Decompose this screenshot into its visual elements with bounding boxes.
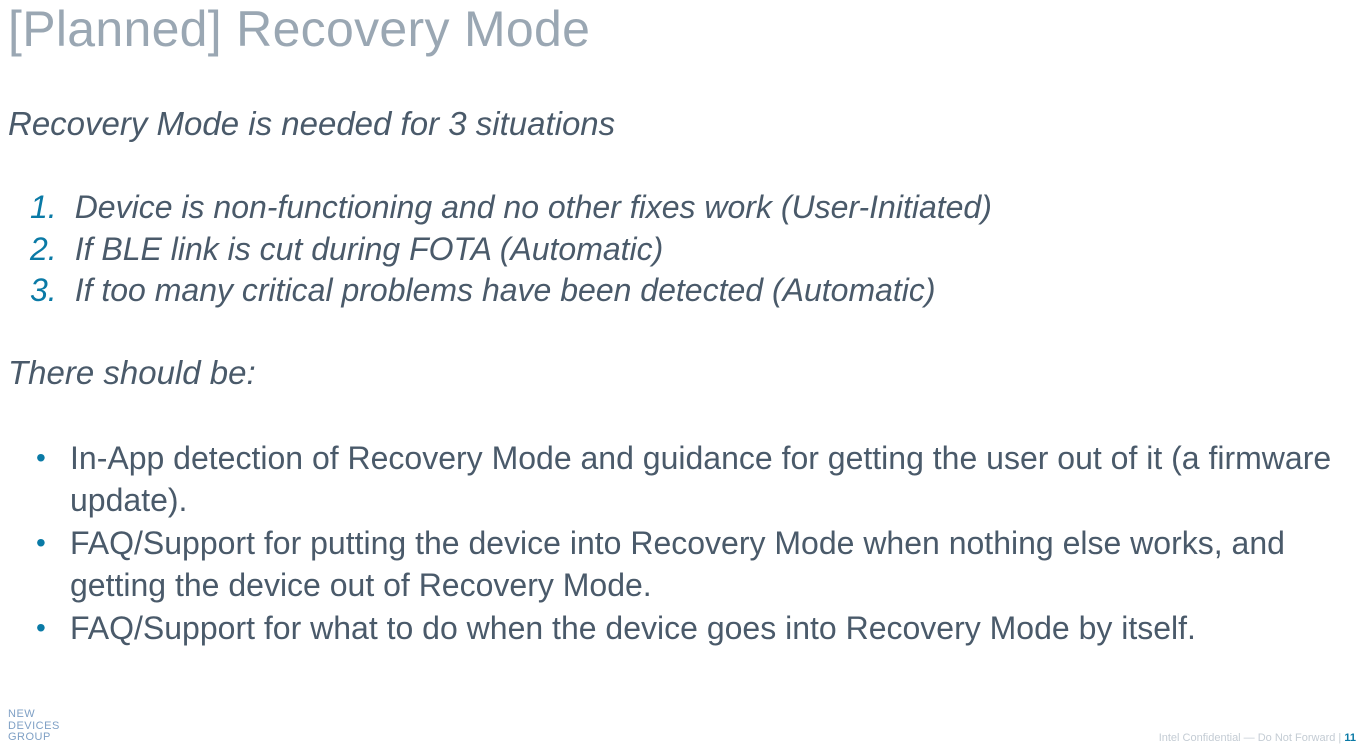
list-item: 1. Device is non-functioning and no othe… — [30, 187, 992, 229]
there-should-be-label: There should be: — [8, 354, 256, 392]
footer-right: Intel Confidential — Do Not Forward | 11 — [1159, 732, 1356, 744]
list-item: 3. If too many critical problems have be… — [30, 270, 992, 312]
bullet-text: In-App detection of Recovery Mode and gu… — [70, 438, 1356, 521]
list-item: 2. If BLE link is cut during FOTA (Autom… — [30, 229, 992, 271]
list-text: If BLE link is cut during FOTA (Automati… — [75, 229, 664, 271]
bullet-list: • In-App detection of Recovery Mode and … — [36, 438, 1356, 652]
list-number: 3. — [30, 270, 57, 312]
list-item: • FAQ/Support for putting the device int… — [36, 523, 1356, 606]
footer-logo-text: NEW DEVICES GROUP — [8, 709, 60, 744]
bullet-icon: • — [36, 438, 46, 521]
list-item: • FAQ/Support for what to do when the de… — [36, 608, 1356, 650]
bullet-text: FAQ/Support for putting the device into … — [70, 523, 1356, 606]
list-number: 2. — [30, 229, 57, 271]
bullet-icon: • — [36, 608, 46, 650]
list-item: • In-App detection of Recovery Mode and … — [36, 438, 1356, 521]
list-text: If too many critical problems have been … — [75, 270, 936, 312]
numbered-list: 1. Device is non-functioning and no othe… — [30, 187, 992, 312]
bullet-text: FAQ/Support for what to do when the devi… — [70, 608, 1356, 650]
slide-title: [Planned] Recovery Mode — [8, 0, 590, 58]
bullet-icon: • — [36, 523, 46, 606]
footer-logo-line: GROUP — [8, 732, 60, 744]
footer: NEW DEVICES GROUP Intel Confidential — D… — [8, 709, 1356, 744]
confidential-text: Intel Confidential — Do Not Forward | — [1159, 732, 1345, 744]
slide: [Planned] Recovery Mode Recovery Mode is… — [0, 0, 1366, 752]
list-text: Device is non-functioning and no other f… — [75, 187, 992, 229]
page-number: 11 — [1344, 732, 1356, 744]
list-number: 1. — [30, 187, 57, 229]
intro-text: Recovery Mode is needed for 3 situations — [8, 105, 615, 143]
